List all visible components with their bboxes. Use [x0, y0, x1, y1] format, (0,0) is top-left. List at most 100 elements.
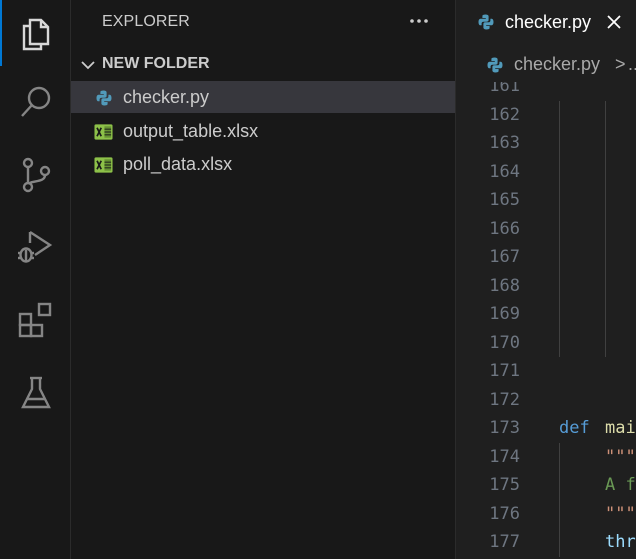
indent-guide — [559, 186, 560, 215]
line-number: 162 — [489, 104, 520, 125]
python-file-icon — [94, 88, 113, 107]
search-icon — [20, 86, 50, 117]
excel-file-icon — [94, 122, 113, 141]
file-item-checker-py[interactable]: checker.py — [71, 81, 455, 113]
indent-guide — [559, 214, 560, 243]
explorer-header: EXPLORER — [71, 0, 455, 44]
testing-icon — [20, 376, 51, 409]
code-line: 167OUT — [456, 243, 636, 272]
activity-bar — [0, 0, 71, 559]
code-line: 162OUT — [456, 100, 636, 129]
code-line: 172 — [456, 386, 636, 415]
file-label: poll_data.xlsx — [123, 154, 233, 174]
code-line: 168OUT — [456, 271, 636, 300]
source-control-icon — [22, 157, 50, 193]
breadcrumb-file[interactable]: checker.py — [514, 54, 600, 75]
source-control-button[interactable] — [0, 146, 71, 204]
indent-guide — [559, 129, 560, 158]
indent-guide — [559, 100, 560, 129]
close-icon — [607, 15, 621, 29]
file-item-output-table-xlsx[interactable]: output_table.xlsx — [71, 115, 455, 147]
indent-guide — [559, 471, 560, 500]
indent-guide — [605, 157, 606, 186]
file-label: checker.py — [123, 87, 210, 107]
folder-header-new-folder[interactable]: NEW FOLDER — [71, 51, 455, 79]
extensions-icon — [18, 302, 51, 338]
indent-guide — [605, 214, 606, 243]
line-number: 167 — [489, 247, 520, 267]
indent-guide — [605, 186, 606, 215]
line-number: 175 — [489, 475, 520, 495]
line-number: 174 — [489, 446, 520, 467]
line-number: 166 — [489, 218, 520, 239]
editor-pane: checker.py checker.py > ... 161162OUT163… — [455, 0, 636, 559]
breadcrumb: checker.py > ... — [456, 46, 636, 82]
indent-guide — [559, 243, 560, 272]
code-line: 177 thr — [456, 528, 636, 557]
excel-file-icon — [94, 155, 113, 174]
code-line: 170OUT — [456, 328, 636, 357]
indent-guide — [559, 499, 560, 528]
line-number: 176 — [489, 503, 520, 524]
code-token: thr — [605, 532, 636, 552]
search-button[interactable] — [0, 73, 71, 131]
line-number: 171 — [489, 361, 520, 381]
code-token: mai — [605, 418, 636, 438]
code-line: 174 """ — [456, 442, 636, 471]
code-token: """ — [605, 446, 636, 467]
python-file-icon — [478, 14, 494, 30]
file-label: output_table.xlsx — [123, 121, 259, 141]
code-line: 164OUT — [456, 157, 636, 186]
code-token: def — [559, 418, 590, 438]
tab-checker-py[interactable]: checker.py — [456, 0, 636, 44]
testing-button[interactable] — [0, 364, 71, 422]
indent-guide — [559, 271, 560, 300]
code-line: 173 def mai — [456, 414, 636, 443]
indent-guide — [559, 300, 560, 329]
tab-label: checker.py — [505, 12, 592, 32]
close-tab-button[interactable] — [604, 12, 624, 32]
line-number: 169 — [489, 304, 520, 324]
indent-guide — [605, 129, 606, 158]
indent-guide — [559, 528, 560, 557]
indent-guide — [559, 157, 560, 186]
chevron-down-icon — [81, 61, 95, 70]
code-line: 165OUT — [456, 186, 636, 215]
indent-guide — [605, 243, 606, 272]
line-number: 164 — [489, 161, 520, 182]
more-actions-button[interactable] — [407, 10, 431, 32]
code-editor[interactable]: 161162OUT163que164OUT165OUT166OUT167OUT1… — [456, 82, 636, 559]
folder-title: NEW FOLDER — [102, 55, 210, 72]
code-line: 171 — [456, 357, 636, 386]
line-number: 161 — [489, 82, 520, 96]
code-line: 169OUT — [456, 300, 636, 329]
run-debug-button[interactable] — [0, 217, 71, 275]
run-debug-icon — [17, 230, 52, 263]
line-number: 172 — [489, 389, 520, 410]
line-number: 163 — [489, 133, 520, 153]
line-number: 177 — [489, 532, 520, 552]
explorer-title: EXPLORER — [102, 13, 190, 30]
code-line: 161 — [456, 82, 636, 101]
explorer-button[interactable] — [0, 4, 71, 62]
breadcrumb-more[interactable]: ... — [628, 54, 636, 75]
indent-guide — [605, 328, 606, 357]
code-line: 176 """ — [456, 499, 636, 528]
explorer-icon — [22, 18, 49, 51]
code-line: 175 A f — [456, 471, 636, 500]
line-number: 170 — [489, 332, 520, 353]
code-line: 163que — [456, 129, 636, 158]
line-number: 173 — [489, 418, 520, 438]
file-item-poll-data-xlsx[interactable]: poll_data.xlsx — [71, 148, 455, 180]
indent-guide — [559, 442, 560, 471]
code-token: A f — [605, 475, 636, 495]
code-line: 166OUT — [456, 214, 636, 243]
editor-tabs: checker.py — [456, 0, 636, 44]
extensions-button[interactable] — [0, 291, 71, 349]
indent-guide — [605, 300, 606, 329]
indent-guide — [559, 328, 560, 357]
breadcrumb-separator: > — [615, 54, 626, 74]
explorer-sidebar: EXPLORER NEW FOLDER checker.py output_ta… — [71, 0, 455, 559]
line-number: 168 — [489, 275, 520, 296]
indent-guide — [605, 100, 606, 129]
